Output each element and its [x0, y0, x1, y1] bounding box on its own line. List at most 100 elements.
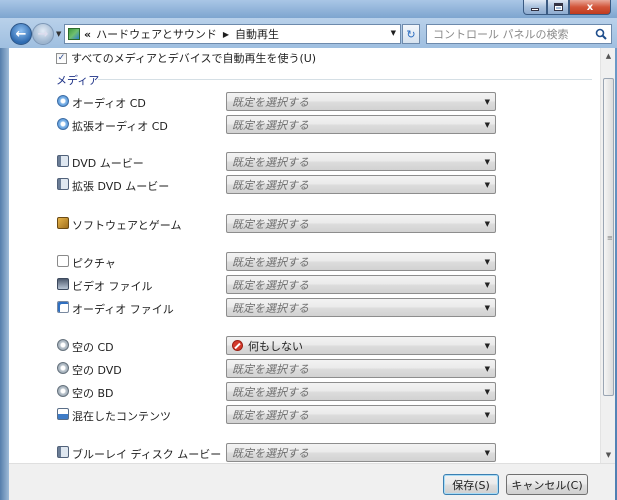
- blank-cd-icon: [57, 339, 69, 351]
- media-row-software-games: ソフトウェアとゲーム 既定を選択する ▼: [9, 214, 600, 233]
- breadcrumb-overflow[interactable]: «: [84, 28, 91, 41]
- media-row-pictures: ピクチャ 既定を選択する ▼: [9, 252, 600, 271]
- dropdown-value: 既定を選択する: [232, 95, 309, 109]
- action-dropdown[interactable]: 既定を選択する ▼: [226, 214, 496, 233]
- refresh-icon: ↻: [406, 27, 416, 41]
- media-label: 空の DVD: [72, 364, 122, 377]
- chevron-down-icon: ▼: [484, 304, 490, 312]
- scroll-down-icon[interactable]: ▼: [601, 447, 616, 463]
- window-left-border: [0, 48, 9, 500]
- search-box[interactable]: コントロール パネルの検索: [426, 24, 612, 44]
- forward-arrow-icon: →: [37, 26, 49, 42]
- chevron-down-icon: ▼: [484, 449, 490, 457]
- media-label: ソフトウェアとゲーム: [72, 219, 182, 232]
- action-dropdown[interactable]: 既定を選択する ▼: [226, 405, 496, 424]
- dropdown-value: 既定を選択する: [232, 255, 309, 269]
- media-row-blank-bd: 空の BD 既定を選択する ▼: [9, 382, 600, 401]
- media-label: オーディオ ファイル: [72, 303, 174, 316]
- caption-buttons: x: [523, 0, 611, 15]
- autoplay-master-option[interactable]: ✓ すべてのメディアとデバイスで自動再生を使う(U): [56, 50, 316, 66]
- grip-icon: ≡: [607, 234, 613, 242]
- dropdown-value: 既定を選択する: [232, 118, 309, 132]
- media-label: DVD ムービー: [72, 157, 144, 170]
- navigation-bar: ← → ▼ « ハードウェアとサウンド ▶ 自動再生 ▼ ↻ コントロール パネ…: [0, 18, 617, 48]
- action-dropdown[interactable]: 既定を選択する ▼: [226, 275, 496, 294]
- action-dropdown[interactable]: 既定を選択する ▼: [226, 382, 496, 401]
- take-no-action-icon: [232, 340, 243, 351]
- media-label: 拡張オーディオ CD: [72, 120, 168, 133]
- enhanced-dvd-movie-icon: [57, 178, 69, 190]
- media-label: 拡張 DVD ムービー: [72, 180, 170, 193]
- breadcrumb-autoplay[interactable]: 自動再生: [235, 26, 279, 42]
- action-dropdown[interactable]: 既定を選択する ▼: [226, 252, 496, 271]
- dropdown-value: 既定を選択する: [232, 217, 309, 231]
- back-button[interactable]: ←: [10, 23, 32, 45]
- address-dropdown-icon[interactable]: ▼: [391, 29, 396, 37]
- video-files-icon: [57, 278, 69, 290]
- address-bar[interactable]: « ハードウェアとサウンド ▶ 自動再生 ▼: [64, 24, 401, 44]
- enhanced-audio-cd-icon: [57, 118, 69, 130]
- dropdown-value: 既定を選択する: [232, 385, 309, 399]
- scroll-up-icon[interactable]: ▲: [601, 48, 616, 64]
- media-label: 空の CD: [72, 341, 114, 354]
- refresh-button[interactable]: ↻: [402, 24, 420, 44]
- media-group-title: メディア: [56, 74, 100, 87]
- search-icon[interactable]: [595, 28, 607, 40]
- close-icon: x: [586, 1, 594, 13]
- action-dropdown[interactable]: 既定を選択する ▼: [226, 175, 496, 194]
- media-row-audio-files: オーディオ ファイル 既定を選択する ▼: [9, 298, 600, 317]
- media-row-enhanced-audio-cd: 拡張オーディオ CD 既定を選択する ▼: [9, 115, 600, 134]
- audio-cd-icon: [57, 95, 69, 107]
- media-label: ビデオ ファイル: [72, 280, 153, 293]
- media-label: ピクチャ: [72, 257, 116, 270]
- media-row-video-files: ビデオ ファイル 既定を選択する ▼: [9, 275, 600, 294]
- group-divider: [98, 79, 592, 80]
- dvd-movie-icon: [57, 155, 69, 167]
- dropdown-value: 既定を選択する: [232, 178, 309, 192]
- scrollbar-thumb[interactable]: ≡: [603, 78, 614, 396]
- recent-pages-dropdown[interactable]: ▼: [56, 30, 61, 38]
- save-button[interactable]: 保存(S): [443, 474, 499, 495]
- pictures-icon: [57, 255, 69, 267]
- action-dropdown[interactable]: 既定を選択する ▼: [226, 92, 496, 111]
- action-dropdown[interactable]: 既定を選択する ▼: [226, 443, 496, 462]
- autoplay-checkbox[interactable]: ✓: [56, 52, 67, 64]
- chevron-down-icon: ▼: [484, 220, 490, 228]
- chevron-down-icon: ▼: [484, 388, 490, 396]
- media-row-blank-cd: 空の CD 何もしない ▼: [9, 336, 600, 355]
- action-dropdown[interactable]: 既定を選択する ▼: [226, 298, 496, 317]
- bluray-movie-icon: [57, 446, 69, 458]
- media-label: オーディオ CD: [72, 97, 146, 110]
- breadcrumb-hardware-sound[interactable]: ハードウェアとサウンド: [96, 26, 217, 42]
- title-bar: x: [0, 0, 617, 18]
- media-row-blank-dvd: 空の DVD 既定を選択する ▼: [9, 359, 600, 378]
- action-dropdown[interactable]: 既定を選択する ▼: [226, 115, 496, 134]
- action-dropdown[interactable]: 何もしない ▼: [226, 336, 496, 355]
- chevron-down-icon: ▼: [484, 281, 490, 289]
- close-button[interactable]: x: [569, 0, 611, 15]
- maximize-button[interactable]: [547, 0, 569, 15]
- dropdown-value: 既定を選択する: [232, 155, 309, 169]
- dropdown-value: 既定を選択する: [232, 362, 309, 376]
- cancel-button[interactable]: キャンセル(C): [506, 474, 588, 495]
- dropdown-value: 既定を選択する: [232, 408, 309, 422]
- media-row-dvd-movie: DVD ムービー 既定を選択する ▼: [9, 152, 600, 171]
- media-row-enhanced-dvd-movie: 拡張 DVD ムービー 既定を選択する ▼: [9, 175, 600, 194]
- minimize-icon: [531, 8, 539, 11]
- breadcrumb-separator-icon[interactable]: ▶: [223, 30, 229, 39]
- dropdown-value: 何もしない: [248, 339, 303, 353]
- autoplay-settings-panel: ✓ すべてのメディアとデバイスで自動再生を使う(U) メディア オーディオ CD…: [9, 48, 600, 463]
- media-row-mixed-content: 混在したコンテンツ 既定を選択する ▼: [9, 405, 600, 424]
- control-panel-icon: [68, 28, 80, 40]
- blank-dvd-icon: [57, 362, 69, 374]
- blank-bd-icon: [57, 385, 69, 397]
- chevron-down-icon: ▼: [484, 365, 490, 373]
- forward-button[interactable]: →: [32, 23, 54, 45]
- dropdown-value: 既定を選択する: [232, 301, 309, 315]
- autoplay-checkbox-label[interactable]: すべてのメディアとデバイスで自動再生を使う(U): [71, 50, 316, 66]
- vertical-scrollbar[interactable]: ▲ ≡ ▼: [600, 48, 615, 463]
- chevron-down-icon: ▼: [484, 158, 490, 166]
- action-dropdown[interactable]: 既定を選択する ▼: [226, 152, 496, 171]
- action-dropdown[interactable]: 既定を選択する ▼: [226, 359, 496, 378]
- minimize-button[interactable]: [523, 0, 547, 15]
